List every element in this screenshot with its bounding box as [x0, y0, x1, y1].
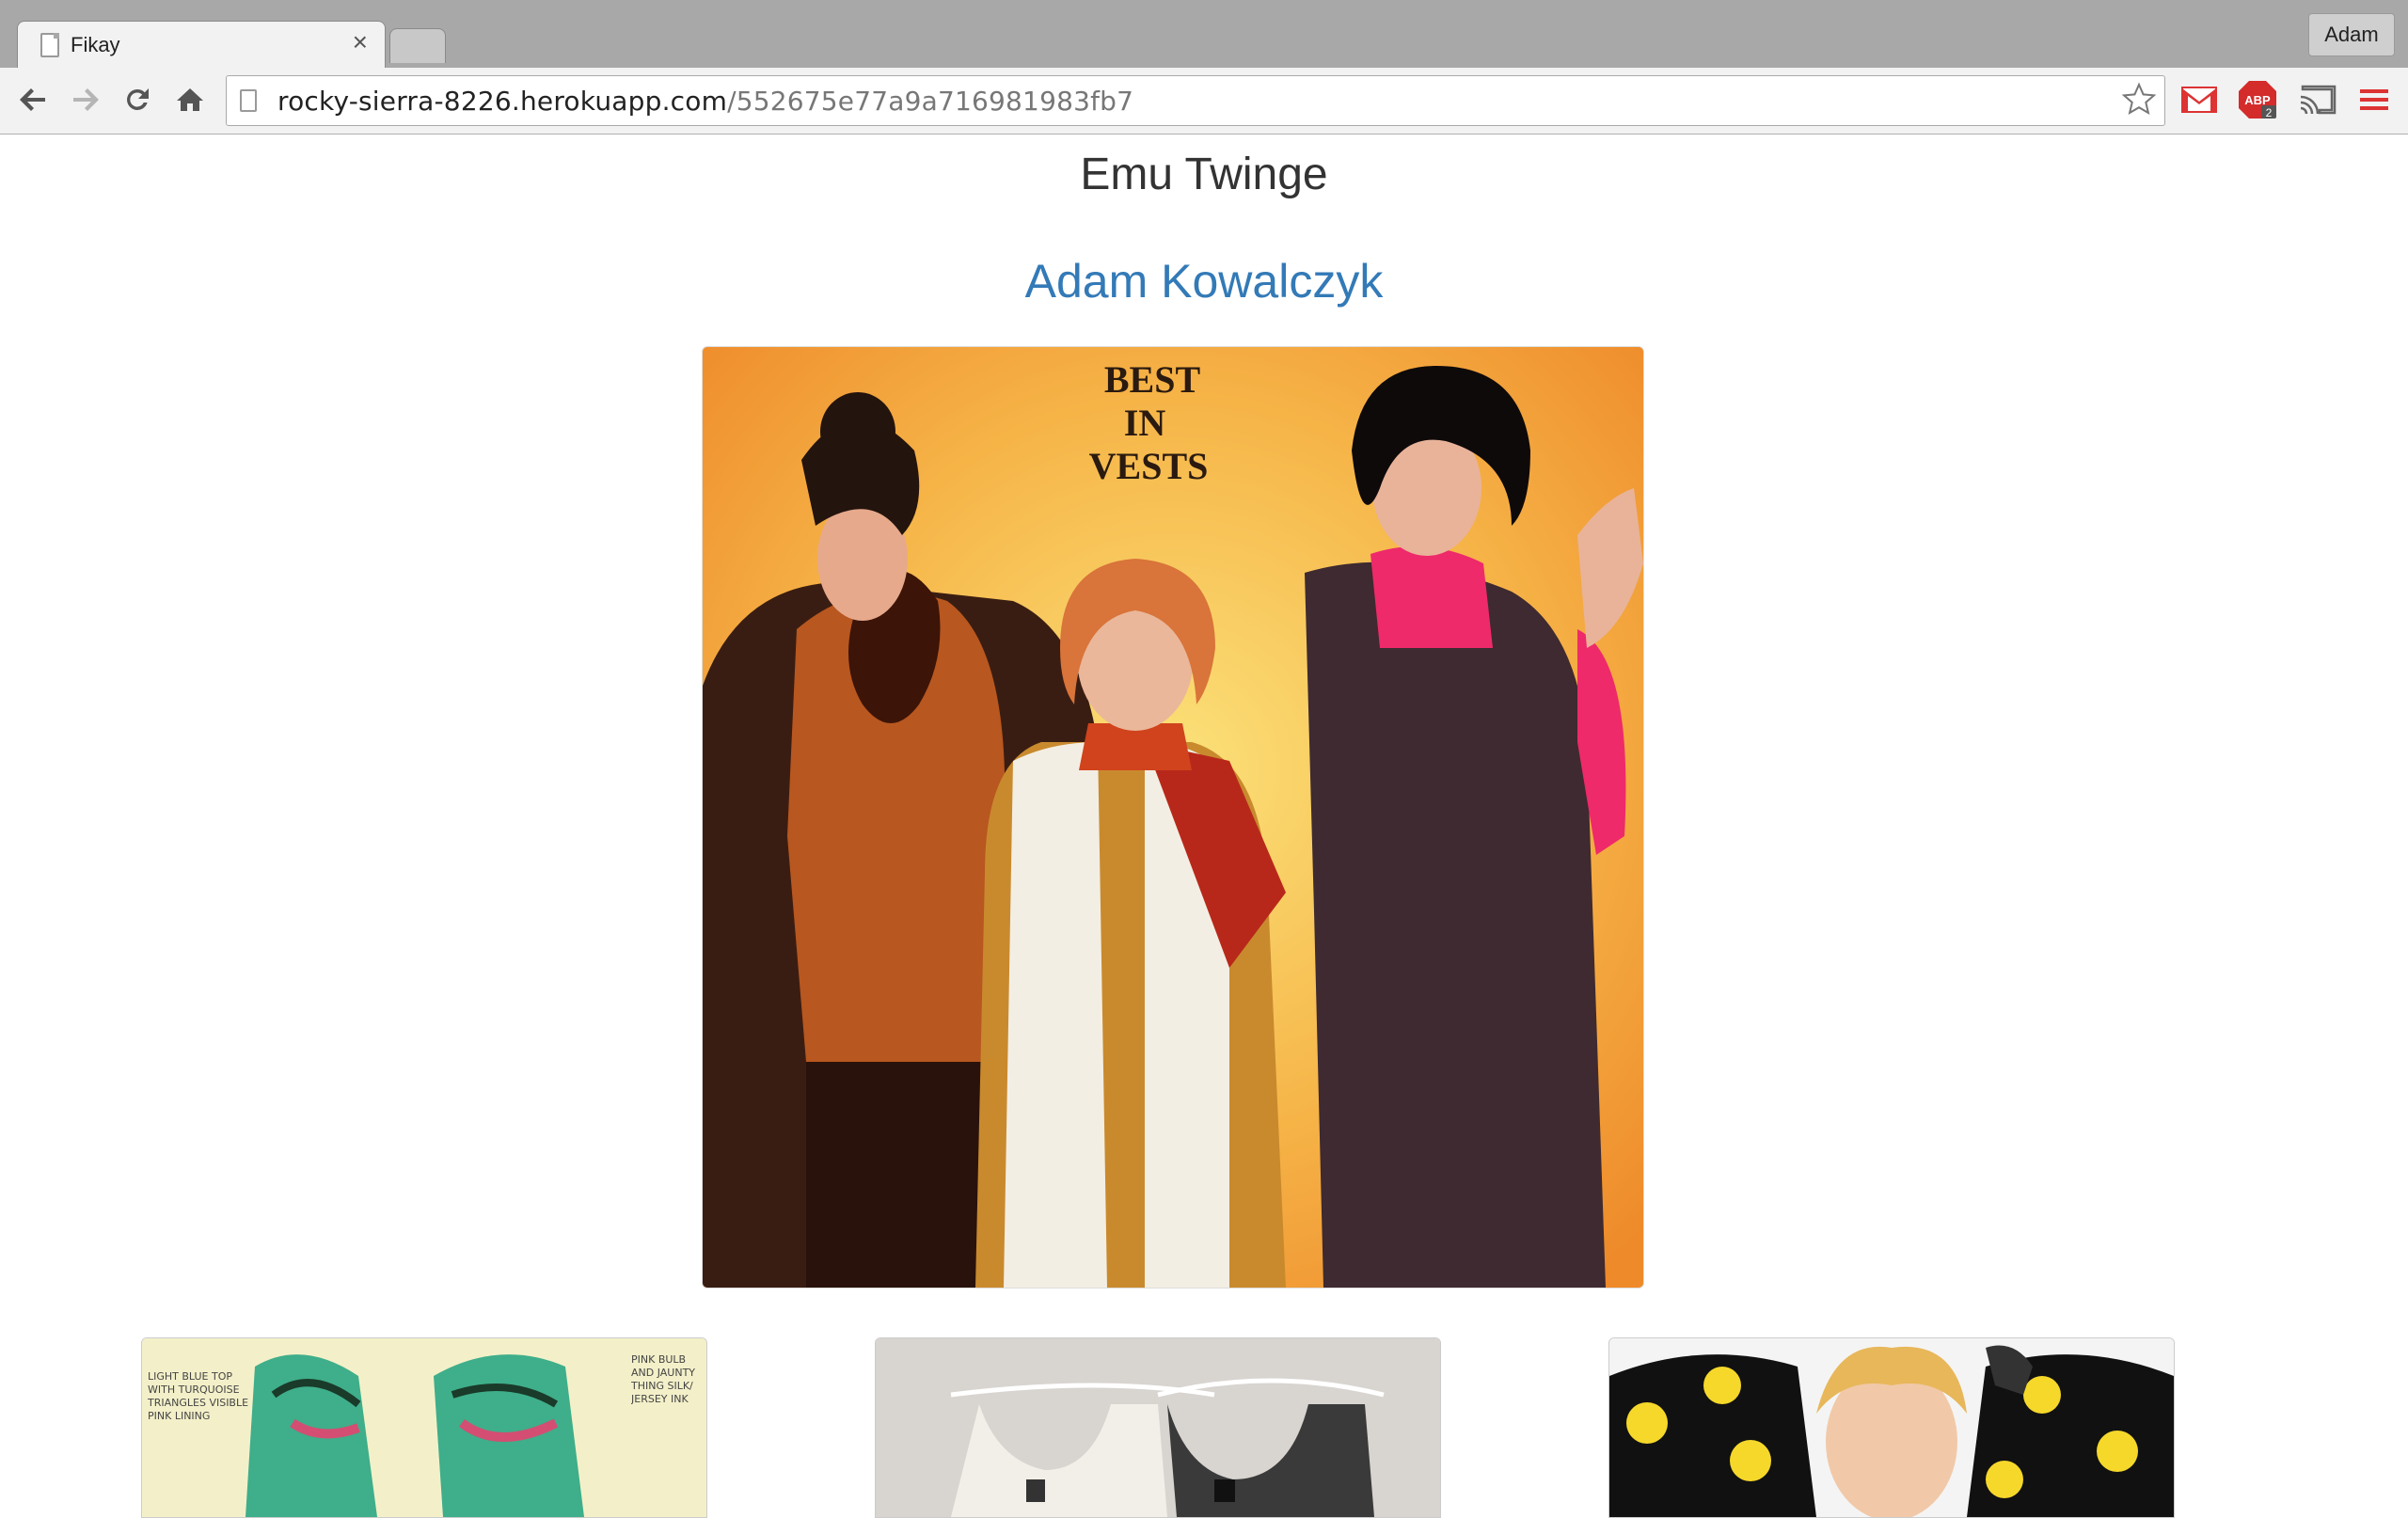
url-text[interactable]: rocky-sierra-8226.herokuapp.com/552675e7… — [277, 86, 1133, 117]
close-tab-icon[interactable]: × — [353, 27, 368, 57]
url-host: rocky-sierra-8226.herokuapp.com — [277, 86, 728, 117]
browser-toolbar: rocky-sierra-8226.herokuapp.com/552675e7… — [0, 68, 2408, 134]
sketch-notes-left: LIGHT BLUE TOP WITH TURQUOISE TRIANGLES … — [148, 1370, 249, 1422]
adblock-extension-icon[interactable]: ABP 2 — [2237, 79, 2278, 120]
adblock-count: 2 — [2266, 106, 2273, 119]
url-path: /552675e77a9a716981983fb7 — [727, 86, 1134, 117]
sketch-notes-right: PINK BULB AND JAUNTY THING SILK/ JERSEY … — [631, 1353, 696, 1405]
sweater-image — [1609, 1338, 2174, 1517]
caption-line-2: IN — [1124, 402, 1166, 444]
tanktops-image — [876, 1338, 1440, 1517]
forward-arrow-icon — [73, 88, 99, 111]
address-bar[interactable]: rocky-sierra-8226.herokuapp.com/552675e7… — [226, 75, 2165, 126]
gmail-extension-icon[interactable] — [2178, 79, 2220, 120]
thumbnail-simpsons-sweater[interactable] — [1608, 1337, 2175, 1518]
thumbnail-tanktops[interactable] — [875, 1337, 1441, 1518]
cast-icon[interactable] — [2297, 79, 2338, 120]
profile-button[interactable]: Adam — [2308, 13, 2395, 56]
new-tab-button[interactable] — [389, 28, 446, 63]
adblock-label: ABP — [2244, 93, 2271, 107]
home-icon — [177, 88, 203, 111]
back-button[interactable] — [13, 79, 55, 120]
forward-button[interactable] — [64, 79, 105, 120]
page-icon — [40, 33, 59, 57]
sketch-image: LIGHT BLUE TOP WITH TURQUOISE TRIANGLES … — [142, 1338, 706, 1517]
caption-line-1: BEST — [1104, 358, 1201, 401]
back-arrow-icon — [20, 88, 45, 111]
tab-title: Fikay — [71, 33, 120, 56]
reload-icon — [127, 88, 149, 110]
caption-line-3: VESTS — [1089, 445, 1209, 487]
page-icon — [240, 89, 257, 112]
author-link[interactable]: Adam Kowalczyk — [0, 254, 2408, 308]
best-in-vests-photo: BEST IN VESTS — [703, 347, 1643, 1288]
page-title: Emu Twinge — [1080, 150, 1328, 199]
tab-strip: Fikay × Adam — [0, 0, 2408, 71]
main-image: BEST IN VESTS — [702, 346, 1644, 1289]
thumbnail-sketch[interactable]: LIGHT BLUE TOP WITH TURQUOISE TRIANGLES … — [141, 1337, 707, 1518]
menu-icon[interactable] — [2353, 79, 2395, 120]
active-tab[interactable]: Fikay × — [17, 21, 386, 71]
home-button[interactable] — [169, 79, 211, 120]
reload-button[interactable] — [117, 79, 158, 120]
bookmark-star-icon[interactable] — [2121, 82, 2157, 122]
